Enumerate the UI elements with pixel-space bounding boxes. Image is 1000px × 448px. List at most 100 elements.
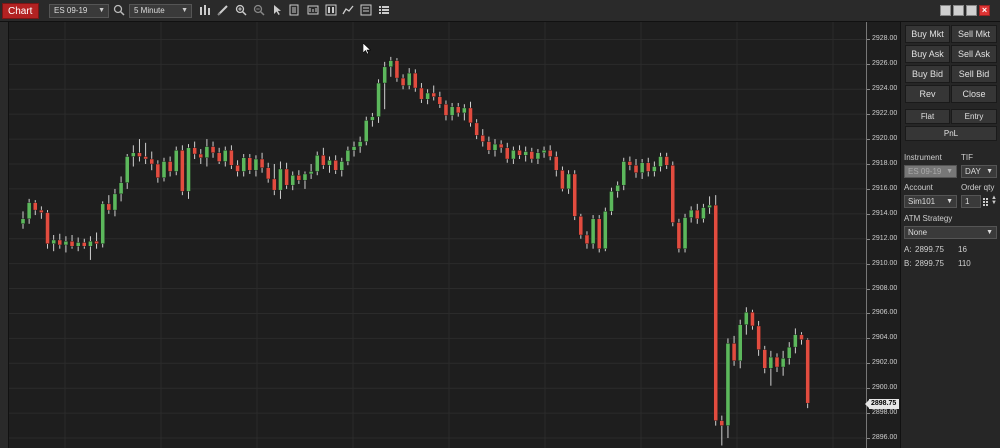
reverse-button[interactable]: Rev xyxy=(905,85,950,103)
candle-body xyxy=(762,349,767,369)
chart-trader-icon[interactable] xyxy=(359,4,373,18)
search-icon[interactable] xyxy=(112,4,126,18)
candle-body xyxy=(701,207,706,220)
sell-bid-button[interactable]: Sell Bid xyxy=(951,65,997,83)
tif-select[interactable]: DAY ▼ xyxy=(961,165,997,178)
candle xyxy=(633,159,639,178)
close-position-button[interactable]: Close xyxy=(951,85,997,103)
candle-body xyxy=(449,106,455,116)
bar-type-icon[interactable] xyxy=(198,4,212,18)
candle-body xyxy=(376,82,381,117)
candle xyxy=(774,353,780,373)
buy-market-button[interactable]: Buy Mkt xyxy=(905,25,950,43)
candle-body xyxy=(480,135,485,142)
data-box-icon[interactable] xyxy=(287,4,301,18)
restore-icon[interactable] xyxy=(953,5,964,16)
price-axis[interactable]: 2928.00 2926.00 2924.00 2922.00 2920.00 2918.… xyxy=(866,22,900,448)
candle xyxy=(597,215,602,253)
maximize-icon[interactable] xyxy=(966,5,977,16)
candle-body xyxy=(112,193,118,211)
candle-body xyxy=(768,356,774,369)
candle-body xyxy=(351,146,357,151)
candle-body xyxy=(315,155,320,172)
instrument-select-value: ES 09-19 xyxy=(54,6,88,15)
list-icon[interactable] xyxy=(377,4,391,18)
sell-market-button[interactable]: Sell Mkt xyxy=(951,25,997,43)
tick-mark xyxy=(867,39,870,41)
tick-mark xyxy=(867,114,870,116)
candle-body xyxy=(198,153,203,158)
chart-panel[interactable] xyxy=(8,22,866,448)
tick-mark xyxy=(867,263,870,265)
candle-body xyxy=(357,141,363,147)
buy-ask-button[interactable]: Buy Ask xyxy=(905,45,950,63)
candle xyxy=(161,157,167,182)
candle-body xyxy=(155,163,161,178)
candle xyxy=(315,151,320,176)
tick-label: 2922.00 xyxy=(872,110,898,118)
candle xyxy=(302,171,308,189)
candle xyxy=(57,233,62,249)
tick-label: 2912.00 xyxy=(872,234,898,242)
properties-icon[interactable] xyxy=(306,4,320,18)
minimize-icon[interactable] xyxy=(940,5,951,16)
tick-mark xyxy=(867,388,870,390)
candle xyxy=(364,116,369,146)
qty-grid-icon[interactable] xyxy=(983,196,990,207)
tick-label: 2902.00 xyxy=(872,359,898,367)
candle xyxy=(345,146,351,166)
candle-body xyxy=(609,191,614,212)
interval-select[interactable]: 5 Minute ▼ xyxy=(129,4,192,18)
order-qty-input[interactable]: 1 xyxy=(961,195,981,208)
chart-tab[interactable]: Chart xyxy=(2,3,39,19)
candle-body xyxy=(321,155,326,166)
candle xyxy=(88,236,93,260)
candle xyxy=(118,176,124,202)
indicators-icon[interactable] xyxy=(324,4,338,18)
buy-bid-button[interactable]: Buy Bid xyxy=(905,65,950,83)
pointer-icon[interactable] xyxy=(270,4,284,18)
candle xyxy=(186,144,191,199)
zoom-in-icon[interactable] xyxy=(234,4,248,18)
candle-body xyxy=(603,211,608,249)
candle-body xyxy=(670,165,675,223)
atm-strategy-select[interactable]: None ▼ xyxy=(904,226,997,239)
entry-button[interactable]: Entry xyxy=(951,109,997,124)
candle-body xyxy=(731,343,737,362)
close-window-icon[interactable]: × xyxy=(979,5,990,16)
flat-button[interactable]: Flat xyxy=(905,109,950,124)
strategies-icon[interactable] xyxy=(341,4,355,18)
candle-body xyxy=(364,120,369,142)
candle xyxy=(529,147,534,163)
candle xyxy=(492,139,498,157)
candle-body xyxy=(590,218,596,244)
candle xyxy=(744,307,749,335)
candle xyxy=(664,152,669,169)
candle xyxy=(566,170,571,194)
tick-mark xyxy=(867,288,870,290)
candle xyxy=(658,152,663,172)
qty-stepper-icon[interactable]: ▲ ▼ xyxy=(991,195,998,207)
ask-size: 16 xyxy=(958,245,967,254)
draw-pencil-icon[interactable] xyxy=(216,4,230,18)
candle xyxy=(701,203,706,223)
candle-body xyxy=(137,152,142,157)
candle xyxy=(149,151,154,171)
tick-label: 2906.00 xyxy=(872,309,898,317)
sell-ask-button[interactable]: Sell Ask xyxy=(951,45,997,63)
candle-body xyxy=(431,92,436,97)
account-select[interactable]: Sim101 ▼ xyxy=(904,195,957,208)
candle xyxy=(707,196,712,214)
candle-body xyxy=(615,184,620,192)
chart-toolbar: Chart ES 09-19 ▼ 5 Minute ▼ × xyxy=(0,0,1000,22)
instrument-select[interactable]: ES 09-19 ▼ xyxy=(49,4,109,18)
candle-body xyxy=(388,60,393,68)
tick-mark xyxy=(867,313,870,315)
candle-body xyxy=(535,152,541,160)
bid-label: B: xyxy=(904,259,912,268)
candle xyxy=(174,146,179,176)
pnl-button[interactable]: PnL xyxy=(905,126,997,141)
candle-body xyxy=(517,150,522,156)
zoom-out-icon[interactable] xyxy=(252,4,266,18)
candle-body xyxy=(210,146,216,153)
